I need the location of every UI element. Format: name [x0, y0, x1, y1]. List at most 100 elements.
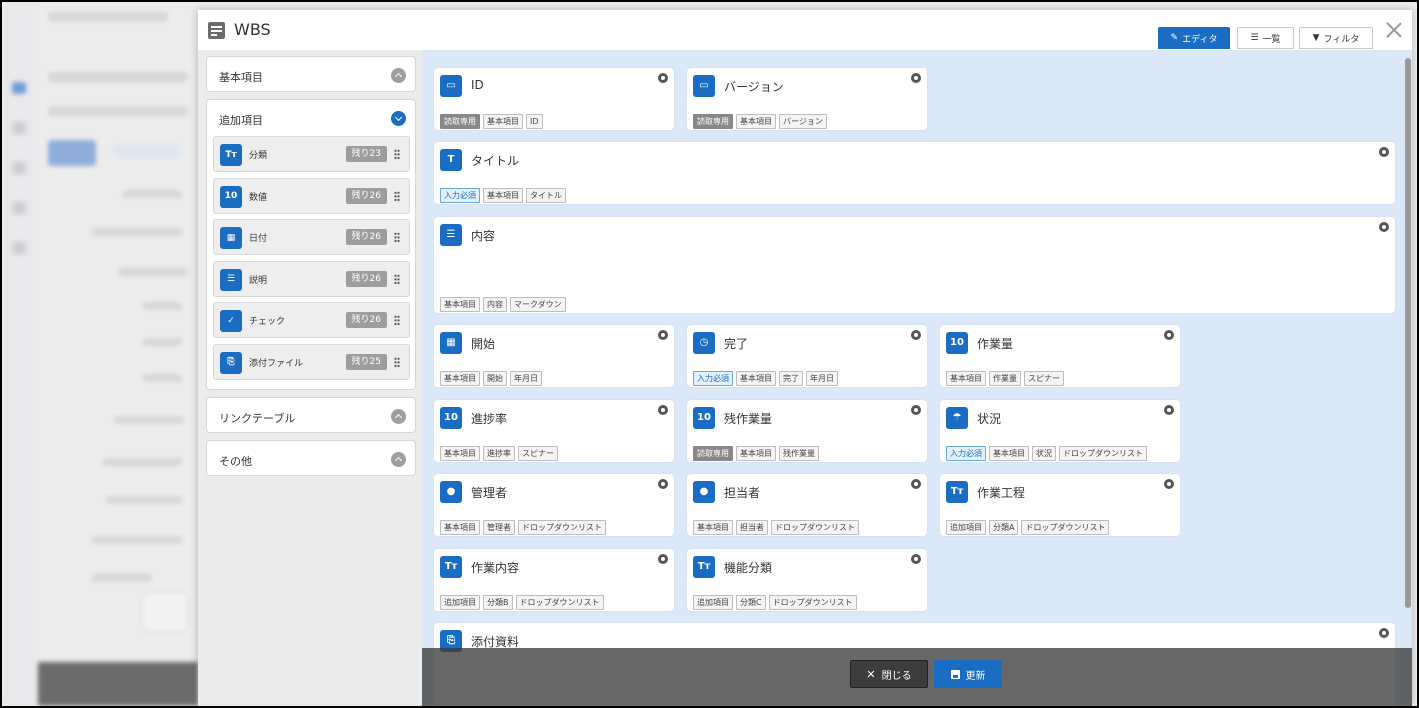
field-tag: 分類B	[483, 595, 513, 610]
gear-icon[interactable]	[656, 477, 670, 491]
dialog-footer: ✕ 閉じる 更新	[422, 648, 1412, 706]
gear-icon[interactable]	[909, 477, 923, 491]
gear-icon[interactable]	[1162, 328, 1176, 342]
screen-frame: WBS ✎ エディタ ☰ 一覧 ▼ フィルタ 基本項目 追加項目 Tт 分類 残…	[2, 2, 1417, 706]
gear-icon[interactable]	[1377, 626, 1391, 640]
gear-icon[interactable]	[909, 403, 923, 417]
gear-icon[interactable]	[909, 71, 923, 85]
field-tag: 基本項目	[989, 446, 1029, 461]
palette-item[interactable]: ⎘ 添付ファイル 残り25	[213, 343, 410, 380]
field-card[interactable]: ● 担当者 基本項目 担当者 ドロップダウンリスト	[687, 474, 927, 536]
field-tag: 基本項目	[736, 446, 776, 461]
gear-icon[interactable]	[1377, 220, 1391, 234]
field-tag: 基本項目	[440, 446, 480, 461]
tab-list[interactable]: ☰ 一覧	[1237, 27, 1294, 49]
field-tag: 進捗率	[483, 446, 515, 461]
field-card[interactable]: ▭ ID 読取専用 基本項目 ID	[434, 68, 674, 130]
gear-icon[interactable]	[656, 328, 670, 342]
gear-icon[interactable]	[656, 71, 670, 85]
drag-handle-icon[interactable]	[394, 315, 400, 326]
field-card[interactable]: ▦ 開始 基本項目 開始 年月日	[434, 325, 674, 387]
user-icon: ●	[693, 481, 715, 503]
dialog-header: WBS ✎ エディタ ☰ 一覧 ▼ フィルタ	[198, 10, 1412, 50]
gear-icon[interactable]	[909, 328, 923, 342]
section-title: 基本項目	[219, 71, 263, 84]
field-card-title: 残作業量	[724, 412, 773, 426]
section-other[interactable]: その他	[206, 440, 416, 476]
collapse-toggle-icon[interactable]	[391, 452, 406, 467]
gear-icon[interactable]	[909, 552, 923, 566]
editor-canvas: ▭ ID 読取専用 基本項目 ID ▭ バージョン 読取専用 基本項目 バージョン T タイトル 入力必…	[422, 50, 1412, 706]
gear-icon[interactable]	[1377, 145, 1391, 159]
drag-handle-icon[interactable]	[394, 232, 400, 243]
remaining-count-badge: 残り23	[345, 146, 387, 162]
gear-icon[interactable]	[1162, 403, 1176, 417]
collapse-toggle-icon[interactable]	[391, 409, 406, 424]
type-icon: Tт	[946, 481, 968, 503]
field-palette: 基本項目 追加項目 Tт 分類 残り23 10 数値 残り26 ▦ 日付 残り26 ☰ 説明 残り26…	[198, 50, 422, 706]
palette-item[interactable]: 10 数値 残り26	[213, 177, 410, 214]
number-icon: 10	[220, 185, 242, 208]
field-tag: マークダウン	[510, 297, 566, 312]
field-card[interactable]: ▭ バージョン 読取専用 基本項目 バージョン	[687, 68, 927, 130]
field-card[interactable]: ☂ 状況 入力必須 基本項目 状況 ドロップダウンリスト	[940, 400, 1180, 462]
palette-item[interactable]: Tт 分類 残り23	[213, 136, 410, 172]
field-tag: 完了	[779, 371, 803, 386]
tab-filter[interactable]: ▼ フィルタ	[1299, 27, 1373, 49]
field-card[interactable]: Tт 作業内容 追加項目 分類B ドロップダウンリスト	[434, 549, 674, 611]
close-button[interactable]: ✕ 閉じる	[850, 660, 928, 688]
field-tag: 基本項目	[483, 188, 523, 203]
scrollbar-thumb[interactable]	[1405, 58, 1411, 608]
gear-icon[interactable]	[656, 403, 670, 417]
section-link-table[interactable]: リンクテーブル	[206, 397, 416, 433]
field-tag: 基本項目	[736, 371, 776, 386]
collapse-toggle-icon[interactable]	[391, 68, 406, 83]
field-card[interactable]: ☰ 内容 基本項目 内容 マークダウン	[434, 217, 1395, 313]
calendar-icon: ▦	[440, 332, 462, 354]
drag-handle-icon[interactable]	[394, 356, 400, 368]
field-card[interactable]: Tт 作業工程 追加項目 分類A ドロップダウンリスト	[940, 474, 1180, 536]
field-card[interactable]: 10 残作業量 読取専用 基本項目 残作業量	[687, 400, 927, 462]
field-tags: 基本項目 管理者 ドロップダウンリスト	[440, 520, 606, 535]
type-icon: Tт	[220, 144, 242, 166]
field-tag: 追加項目	[440, 595, 480, 610]
field-tag: 開始	[483, 371, 507, 386]
close-icon[interactable]	[1386, 22, 1402, 38]
field-card[interactable]: ● 管理者 基本項目 管理者 ドロップダウンリスト	[434, 474, 674, 536]
update-button[interactable]: 更新	[934, 660, 1002, 688]
id-card-icon: ▭	[693, 75, 715, 97]
field-tags: 読取専用 基本項目 ID	[440, 114, 543, 129]
list-icon: ☰	[1250, 33, 1259, 43]
field-card[interactable]: 10 進捗率 基本項目 進捗率 スピナー	[434, 400, 674, 462]
field-tag: 担当者	[736, 520, 768, 535]
scrollbar[interactable]	[1404, 50, 1412, 706]
field-card[interactable]: Tт 機能分類 追加項目 分類C ドロップダウンリスト	[687, 549, 927, 611]
palette-item-label: チェック	[249, 317, 286, 327]
expand-toggle-icon[interactable]	[391, 111, 406, 126]
wbs-dialog: WBS ✎ エディタ ☰ 一覧 ▼ フィルタ 基本項目 追加項目 Tт 分類 残…	[198, 10, 1412, 706]
field-tag: 管理者	[483, 520, 515, 535]
section-basic[interactable]: 基本項目	[206, 56, 416, 92]
field-card[interactable]: ◷ 完了 入力必須 基本項目 完了 年月日	[687, 325, 927, 387]
remaining-count-badge: 残り25	[345, 353, 387, 370]
gear-icon[interactable]	[1162, 477, 1176, 491]
section-title: 追加項目	[219, 114, 263, 127]
drag-handle-icon[interactable]	[394, 149, 400, 160]
tab-editor[interactable]: ✎ エディタ	[1158, 27, 1230, 49]
field-tag: 分類C	[736, 595, 766, 610]
section-title: リンクテーブル	[219, 412, 296, 425]
edit-icon: ✎	[1170, 33, 1179, 43]
palette-item[interactable]: ☰ 説明 残り26	[213, 260, 410, 297]
palette-item[interactable]: ▦ 日付 残り26	[213, 219, 410, 255]
field-tag: スピナー	[1024, 371, 1064, 386]
field-card-title: 完了	[724, 337, 749, 351]
drag-handle-icon[interactable]	[394, 190, 400, 202]
drag-handle-icon[interactable]	[394, 273, 400, 285]
description-icon: ☰	[440, 224, 462, 246]
palette-item[interactable]: ✓ チェック 残り26	[213, 302, 410, 338]
field-tag: 基本項目	[483, 114, 523, 129]
field-tag: 分類A	[989, 520, 1019, 535]
gear-icon[interactable]	[656, 552, 670, 566]
field-card[interactable]: 10 作業量 基本項目 作業量 スピナー	[940, 325, 1180, 387]
field-card[interactable]: T タイトル 入力必須 基本項目 タイトル	[434, 142, 1395, 204]
